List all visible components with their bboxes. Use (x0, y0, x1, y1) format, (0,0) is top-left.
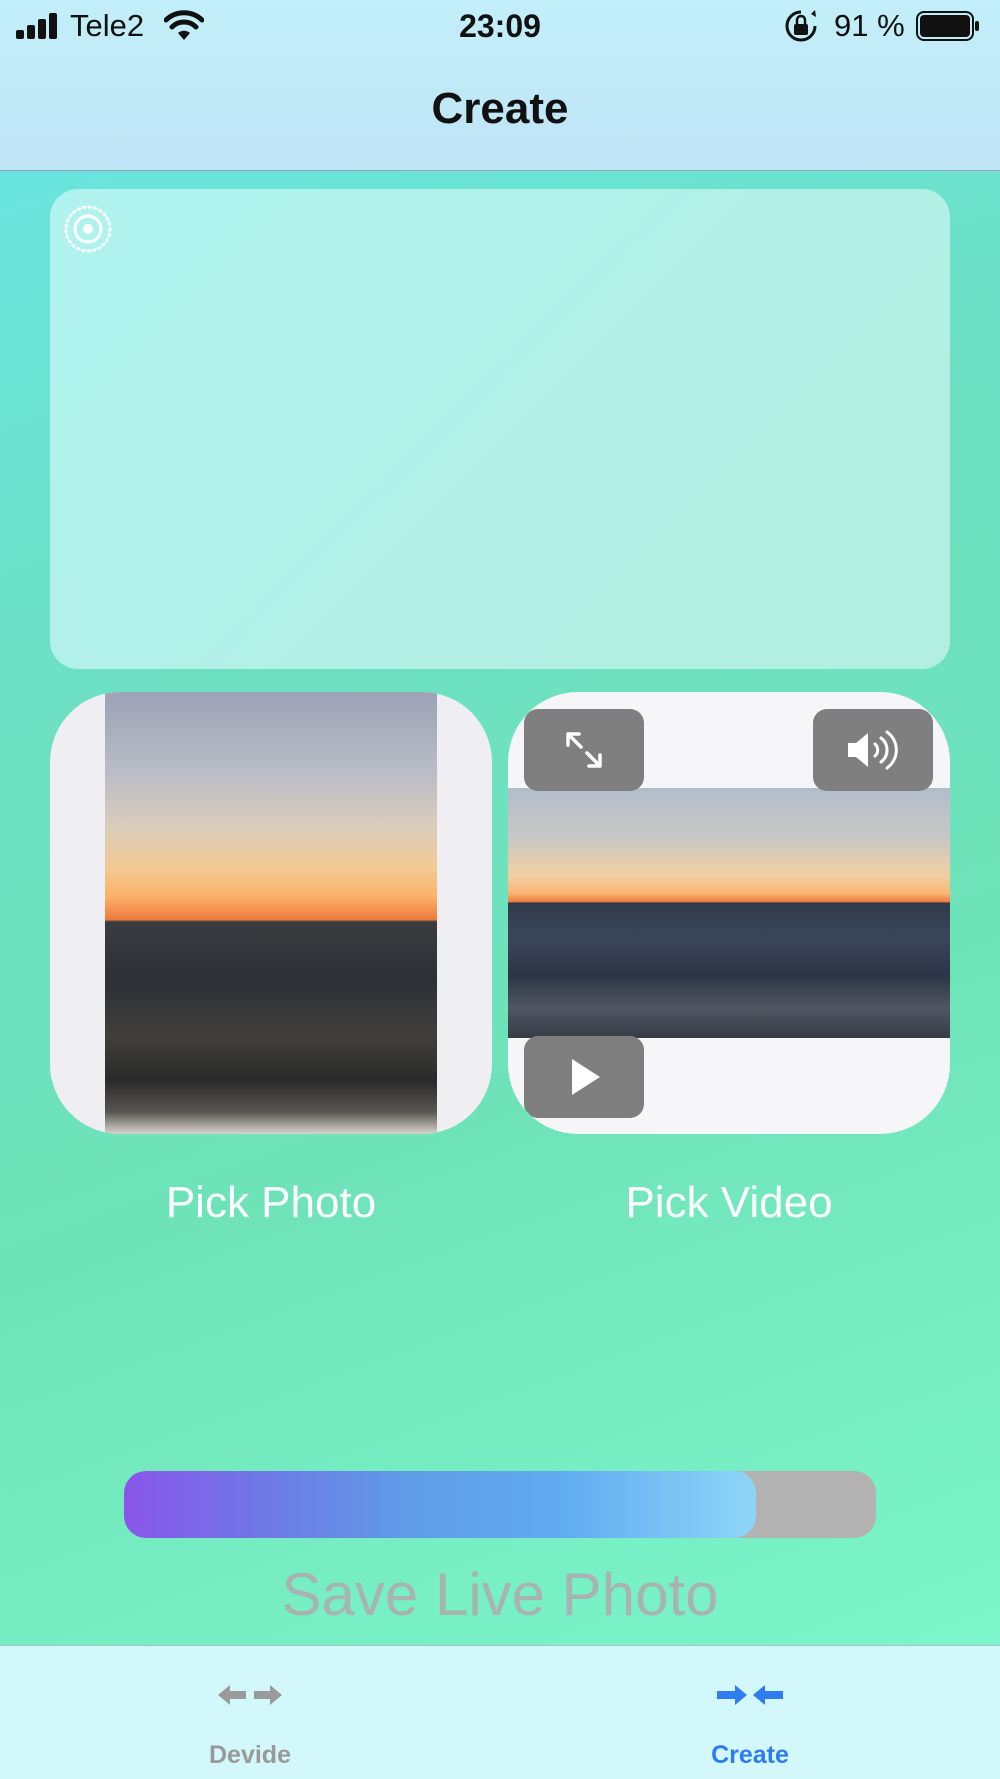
pick-video-button[interactable]: Pick Video (508, 1178, 950, 1228)
battery-icon (916, 11, 979, 41)
tab-create[interactable]: Create (500, 1646, 1000, 1779)
expand-icon (566, 732, 602, 768)
page-title: Create (431, 84, 569, 133)
tab-bar: Devide Create (0, 1645, 1000, 1779)
status-bar: Tele2 23:09 91 % (0, 0, 1000, 54)
pick-photo-button[interactable]: Pick Photo (50, 1178, 492, 1228)
divide-arrows-icon (218, 1685, 282, 1705)
tab-devide[interactable]: Devide (0, 1646, 500, 1779)
rotation-lock-icon (785, 10, 817, 42)
selected-video (508, 788, 950, 1038)
selected-photo (105, 692, 437, 1134)
live-photo-icon (64, 205, 112, 253)
video-picker-card[interactable] (508, 692, 950, 1134)
tab-devide-label: Devide (209, 1741, 291, 1769)
fullscreen-button[interactable] (524, 709, 644, 791)
photo-picker-card[interactable] (50, 692, 492, 1134)
top-bar: Tele2 23:09 91 % Create (0, 0, 1000, 171)
live-photo-preview[interactable] (50, 189, 950, 669)
save-live-photo-button[interactable]: Save Live Photo (0, 1560, 1000, 1629)
play-icon (572, 1059, 600, 1095)
play-button[interactable] (524, 1036, 644, 1118)
mute-button[interactable] (813, 709, 933, 791)
progress-bar-fill (124, 1471, 756, 1538)
merge-arrows-icon (717, 1685, 783, 1705)
speaker-icon (848, 730, 898, 770)
battery-percent: 91 % (834, 8, 905, 43)
tab-create-label: Create (711, 1741, 789, 1769)
progress-bar (124, 1471, 876, 1538)
